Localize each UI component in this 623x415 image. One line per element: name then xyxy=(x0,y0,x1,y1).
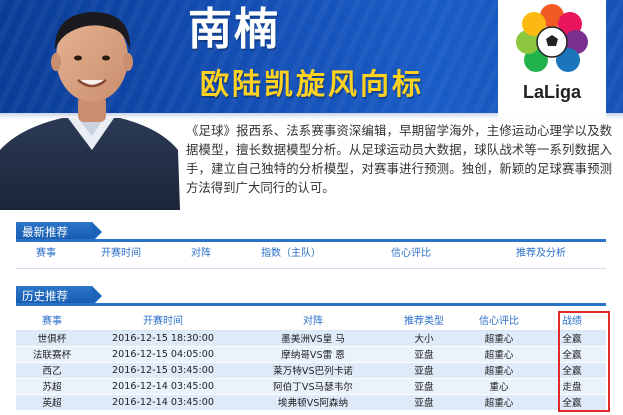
row-time: 2016-12-15 03:45:00 xyxy=(88,362,238,379)
history-col-type: 推荐类型 xyxy=(388,310,460,331)
expert-name: 南楠 xyxy=(188,4,280,55)
latest-col-league: 赛事 xyxy=(36,248,56,259)
latest-col-match: 对阵 xyxy=(191,248,211,259)
row-league: 苏超 xyxy=(16,378,88,395)
laliga-logo: LaLiga xyxy=(498,0,606,118)
latest-separator xyxy=(16,268,606,269)
row-confidence: 超重心 xyxy=(460,346,538,363)
table-row[interactable]: 西乙 2016-12-15 03:45:00 莱万特VS巴列卡诺 亚盘 超重心 … xyxy=(16,362,606,379)
row-time: 2016-12-14 03:45:00 xyxy=(88,394,238,411)
row-type: 亚盘 xyxy=(388,394,460,411)
row-confidence: 超重心 xyxy=(460,362,538,379)
laliga-emblem-icon xyxy=(516,4,588,72)
row-match: 摩纳哥VS雷 恩 xyxy=(238,346,388,363)
history-col-match: 对阵 xyxy=(238,310,388,331)
latest-section-line xyxy=(16,239,606,242)
table-row[interactable]: 苏超 2016-12-14 03:45:00 阿伯丁VS马瑟韦尔 亚盘 重心 走… xyxy=(16,378,606,395)
history-col-confidence: 信心评比 xyxy=(460,310,538,331)
expert-banner: 南楠 欧陆凯旋风向标 LaLiga 《足球》报西系、法系赛事资深编辑，早期留学海… xyxy=(0,0,623,210)
row-type: 亚盘 xyxy=(388,362,460,379)
row-league: 西乙 xyxy=(16,362,88,379)
row-time: 2016-12-14 03:45:00 xyxy=(88,378,238,395)
row-league: 法联赛杯 xyxy=(16,346,88,363)
expert-description: 《足球》报西系、法系赛事资深编辑，早期留学海外，主修运动心理学以及数据模型，擅长… xyxy=(186,123,612,195)
row-time: 2016-12-15 04:05:00 xyxy=(88,346,238,363)
history-section-line xyxy=(16,303,606,306)
history-col-time: 开赛时间 xyxy=(88,310,238,331)
expert-photo xyxy=(0,12,180,210)
row-type: 亚盘 xyxy=(388,346,460,363)
result-column-highlight xyxy=(558,311,610,412)
row-confidence: 超重心 xyxy=(460,330,538,347)
row-match: 莱万特VS巴列卡诺 xyxy=(238,362,388,379)
latest-column-headers: 赛事 开赛时间 对阵 指数（主队） 信心评比 推荐及分析 xyxy=(16,244,606,264)
row-type: 亚盘 xyxy=(388,378,460,395)
latest-col-time: 开赛时间 xyxy=(101,248,141,259)
row-confidence: 重心 xyxy=(460,378,538,395)
logo-wordmark: LaLiga xyxy=(522,82,581,102)
history-col-league: 赛事 xyxy=(16,310,88,331)
row-match: 墨美洲VS皇 马 xyxy=(238,330,388,347)
table-row[interactable]: 世俱杯 2016-12-15 18:30:00 墨美洲VS皇 马 大小 超重心 … xyxy=(16,330,606,347)
expert-tagline: 欧陆凯旋风向标 xyxy=(200,67,425,101)
table-row[interactable]: 法联赛杯 2016-12-15 04:05:00 摩纳哥VS雷 恩 亚盘 超重心… xyxy=(16,346,606,363)
latest-col-confidence: 信心评比 xyxy=(391,248,431,259)
latest-section-header: 最新推荐 xyxy=(16,222,606,242)
row-match: 埃弗顿VS阿森纳 xyxy=(238,394,388,411)
history-table: 赛事 开赛时间 对阵 推荐类型 信心评比 战绩 世俱杯 2016-12-15 1… xyxy=(16,310,606,411)
history-header-row: 赛事 开赛时间 对阵 推荐类型 信心评比 战绩 xyxy=(16,310,606,331)
row-type: 大小 xyxy=(388,330,460,347)
latest-col-index: 指数（主队） xyxy=(261,248,321,259)
row-match: 阿伯丁VS马瑟韦尔 xyxy=(238,378,388,395)
row-league: 世俱杯 xyxy=(16,330,88,347)
history-section-header: 历史推荐 xyxy=(16,286,606,306)
table-row[interactable]: 英超 2016-12-14 03:45:00 埃弗顿VS阿森纳 亚盘 超重心 全… xyxy=(16,394,606,411)
latest-col-analysis: 推荐及分析 xyxy=(516,248,566,259)
row-confidence: 超重心 xyxy=(460,394,538,411)
row-league: 英超 xyxy=(16,394,88,411)
row-time: 2016-12-15 18:30:00 xyxy=(88,330,238,347)
